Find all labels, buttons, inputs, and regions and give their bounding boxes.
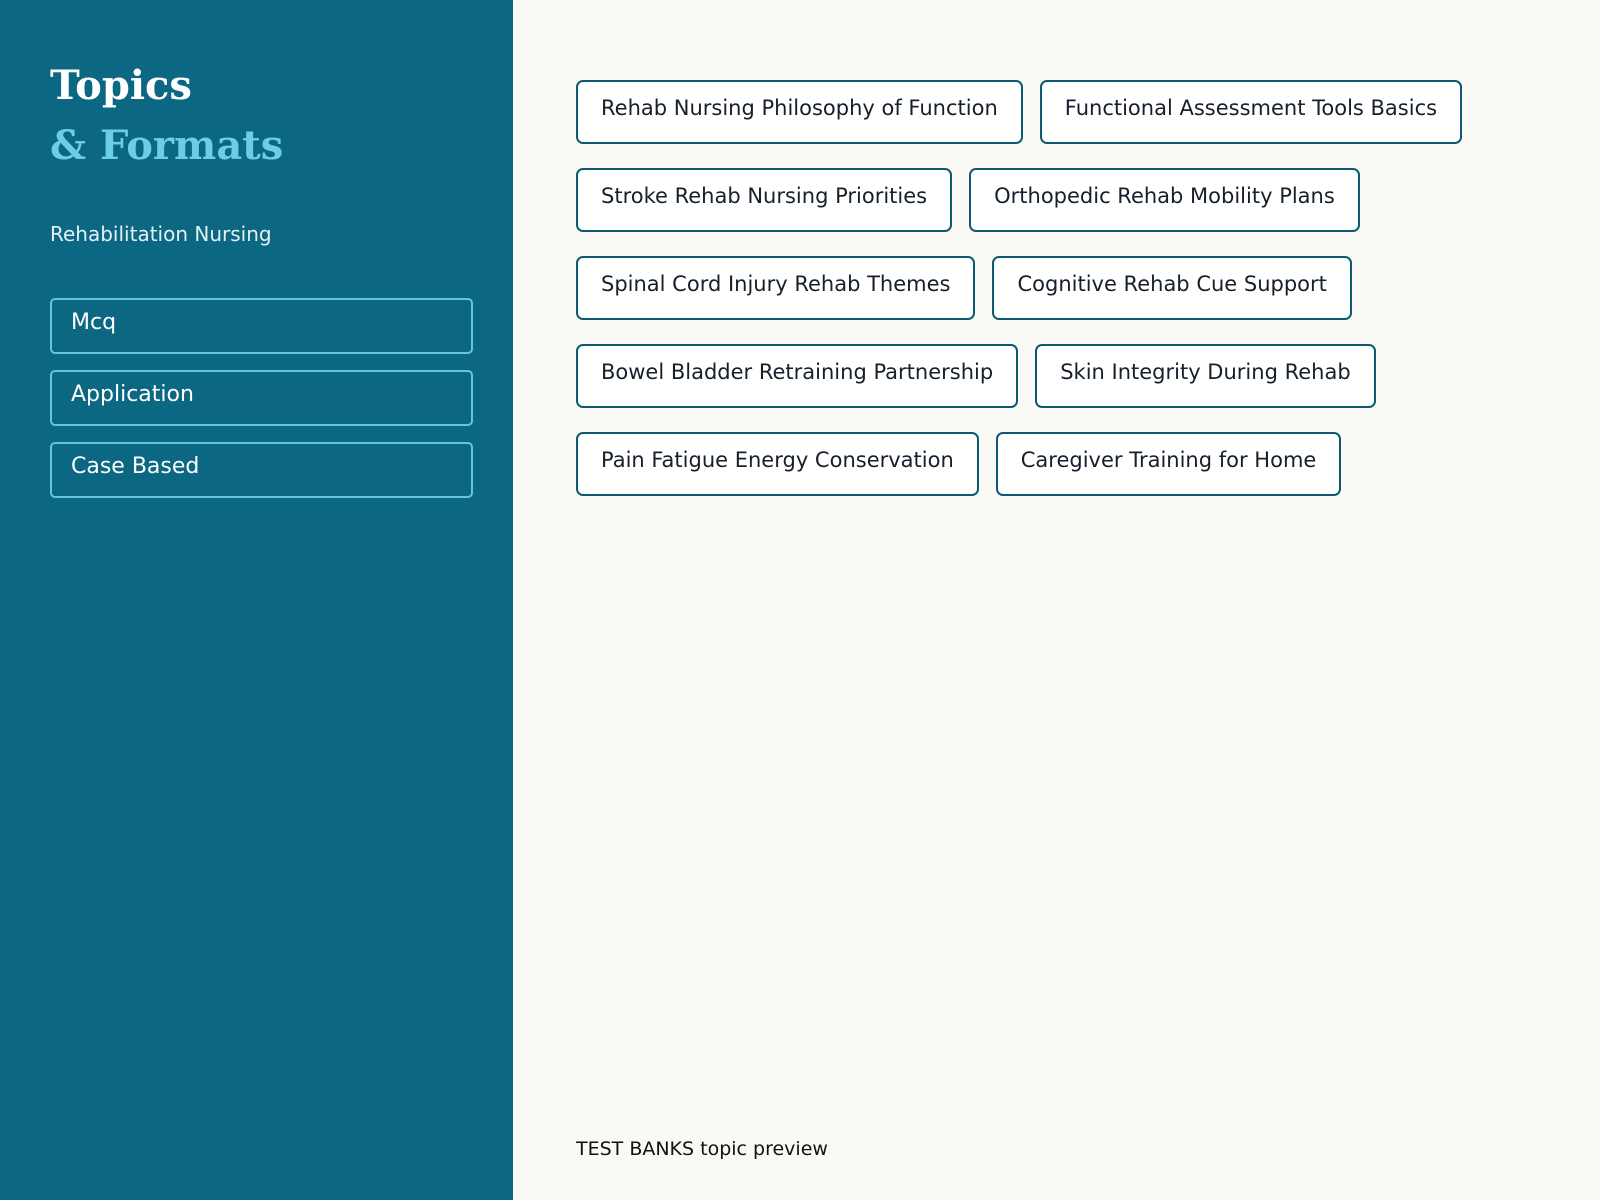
subject-subtitle: Rehabilitation Nursing [50, 222, 272, 246]
topic-grid: Rehab Nursing Philosophy of Function Fun… [576, 80, 1536, 520]
format-list: Mcq Application Case Based [50, 298, 513, 498]
format-item-case-based[interactable]: Case Based [50, 442, 473, 498]
topic-row: Spinal Cord Injury Rehab Themes Cognitiv… [576, 256, 1536, 320]
topic-chip[interactable]: Cognitive Rehab Cue Support [992, 256, 1352, 320]
topic-row: Pain Fatigue Energy Conservation Caregiv… [576, 432, 1536, 496]
format-item-application[interactable]: Application [50, 370, 473, 426]
topic-chip[interactable]: Orthopedic Rehab Mobility Plans [969, 168, 1360, 232]
topic-chip[interactable]: Bowel Bladder Retraining Partnership [576, 344, 1019, 408]
main-panel: Rehab Nursing Philosophy of Function Fun… [513, 0, 1600, 1200]
topic-chip[interactable]: Spinal Cord Injury Rehab Themes [576, 256, 976, 320]
topic-chip[interactable]: Rehab Nursing Philosophy of Function [576, 80, 1023, 144]
topic-row: Bowel Bladder Retraining Partnership Ski… [576, 344, 1536, 408]
topic-chip[interactable]: Pain Fatigue Energy Conservation [576, 432, 979, 496]
topic-chip[interactable]: Skin Integrity During Rehab [1035, 344, 1376, 408]
topic-chip[interactable]: Stroke Rehab Nursing Priorities [576, 168, 953, 232]
page-title: Topics [50, 62, 192, 109]
topic-row: Stroke Rehab Nursing Priorities Orthoped… [576, 168, 1536, 232]
sidebar: Topics & Formats Rehabilitation Nursing … [0, 0, 513, 1200]
topic-chip[interactable]: Functional Assessment Tools Basics [1039, 80, 1463, 144]
footer-caption: TEST BANKS topic preview [576, 1138, 828, 1160]
format-item-mcq[interactable]: Mcq [50, 298, 473, 354]
page-title-accent: & Formats [50, 122, 284, 169]
topic-chip[interactable]: Caregiver Training for Home [995, 432, 1342, 496]
topic-row: Rehab Nursing Philosophy of Function Fun… [576, 80, 1536, 144]
